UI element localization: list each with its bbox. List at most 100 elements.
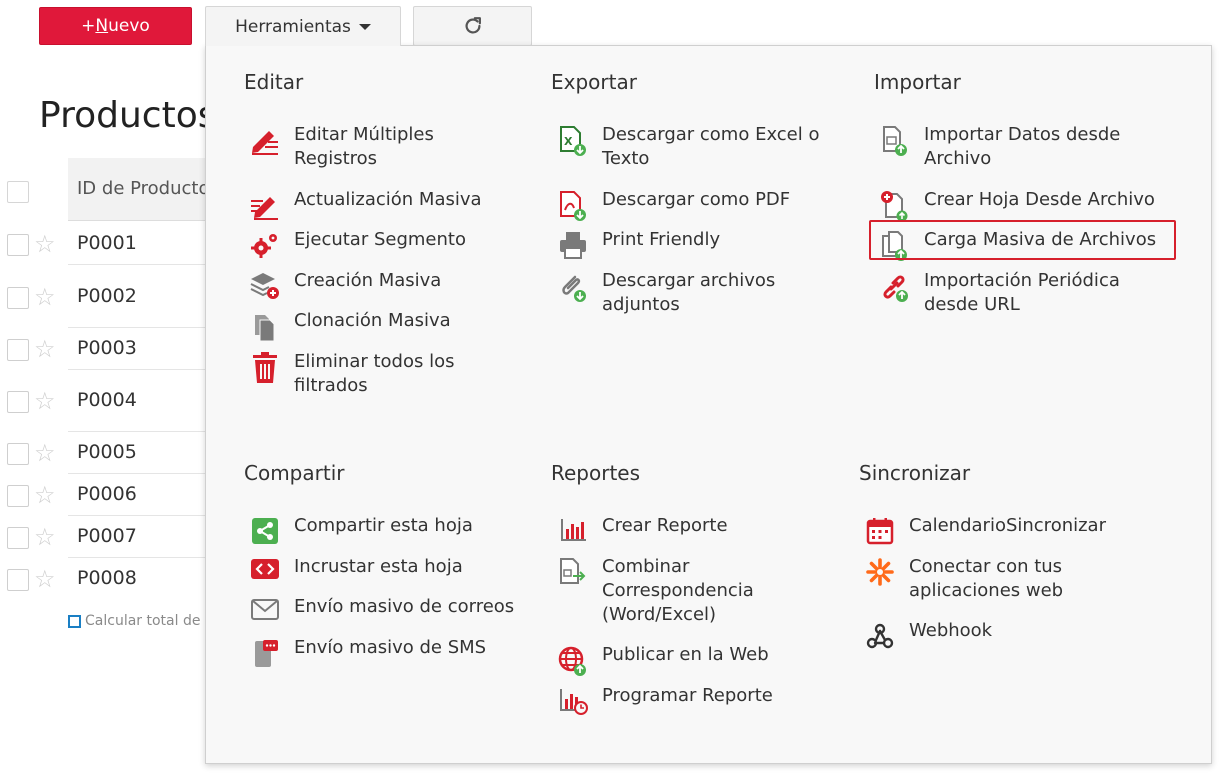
menu-item-label: Incrustar esta hoja — [294, 556, 463, 577]
menu-item-label: Importar Datos desde Archivo — [924, 124, 1121, 169]
section-title-compartir: Compartir — [244, 461, 345, 485]
section-title-importar: Importar — [874, 70, 961, 94]
menu-item-incrustar-hoja[interactable]: Incrustar esta hoja — [248, 555, 528, 589]
calculate-total-link[interactable]: Calcular total de — [68, 613, 200, 629]
menu-item-label: CalendarioSincronizar — [909, 515, 1106, 536]
svg-text:X: X — [564, 135, 573, 148]
menu-item-label: Webhook — [909, 620, 993, 641]
menu-item-creacion-masiva[interactable]: Creación Masiva — [248, 269, 528, 303]
new-button[interactable]: + Nuevo — [39, 7, 192, 45]
row-checkbox[interactable] — [7, 569, 29, 591]
row-checkbox[interactable] — [7, 443, 29, 465]
star-icon[interactable]: ☆ — [34, 441, 56, 465]
row-id[interactable]: P0007 — [77, 525, 137, 547]
menu-item-actualizacion-masiva[interactable]: Actualización Masiva — [248, 188, 528, 222]
menu-item-descargar-pdf[interactable]: Descargar como PDF — [556, 188, 836, 222]
row-checkbox[interactable] — [7, 485, 29, 507]
menu-item-label: Publicar en la Web — [602, 644, 769, 665]
star-icon[interactable]: ☆ — [34, 285, 56, 309]
row-id[interactable]: P0002 — [77, 285, 137, 307]
layers-add-icon — [248, 269, 282, 303]
menu-item-label: Actualización Masiva — [294, 189, 482, 210]
menu-item-descargar-adjuntos[interactable]: Descargar archivos adjuntos — [556, 269, 796, 317]
menu-item-crear-hoja[interactable]: Crear Hoja Desde Archivo — [878, 188, 1178, 222]
section-title-exportar: Exportar — [551, 70, 637, 94]
menu-item-descargar-excel[interactable]: X Descargar como Excel o Texto — [556, 123, 826, 171]
menu-item-webhook[interactable]: Webhook — [863, 619, 1093, 653]
menu-item-label: Conectar con tus aplicaciones web — [909, 556, 1064, 601]
menu-item-importacion-periodica[interactable]: Importación Periódica desde URL — [878, 269, 1148, 317]
refresh-button[interactable] — [413, 6, 532, 46]
menu-item-programar-reporte[interactable]: Programar Reporte — [556, 684, 836, 718]
menu-item-label: Eliminar todos los filtrados — [294, 351, 455, 396]
menu-item-conectar-aplicaciones[interactable]: Conectar con tus aplicaciones web — [863, 555, 1093, 603]
star-icon[interactable]: ☆ — [34, 483, 56, 507]
menu-item-carga-masiva-archivos[interactable]: Carga Masiva de Archivos — [878, 228, 1178, 262]
star-icon[interactable]: ☆ — [34, 567, 56, 591]
bulk-edit-icon — [248, 188, 282, 222]
menu-item-label: Descargar como Excel o Texto — [602, 124, 820, 169]
bulk-upload-files-icon — [878, 228, 912, 262]
menu-item-eliminar-filtrados[interactable]: Eliminar todos los filtrados — [248, 350, 488, 398]
star-icon[interactable]: ☆ — [34, 389, 56, 413]
zapier-asterisk-icon — [863, 555, 897, 589]
create-sheet-icon — [878, 188, 912, 222]
caret-down-icon — [358, 23, 371, 30]
envelope-icon — [248, 595, 282, 629]
trash-icon — [248, 350, 282, 384]
menu-item-label: Descargar archivos adjuntos — [602, 270, 776, 315]
menu-item-crear-reporte[interactable]: Crear Reporte — [556, 514, 826, 548]
row-id[interactable]: P0006 — [77, 483, 137, 505]
menu-item-publicar-web[interactable]: Publicar en la Web — [556, 643, 836, 677]
menu-item-label: Creación Masiva — [294, 270, 442, 291]
menu-item-label: Ejecutar Segmento — [294, 229, 466, 250]
edit-pencil-icon — [248, 123, 282, 157]
menu-item-envio-correos[interactable]: Envío masivo de correos — [248, 595, 538, 629]
menu-item-label: Combinar Correspondencia (Word/Excel) — [602, 556, 754, 625]
tools-dropdown-menu: Editar Editar Múltiples Registros Actual… — [205, 45, 1212, 764]
menu-item-envio-sms[interactable]: Envío masivo de SMS — [248, 636, 528, 670]
row-id[interactable]: P0004 — [77, 389, 137, 411]
mail-merge-icon — [556, 555, 590, 589]
menu-item-label: Programar Reporte — [602, 685, 773, 706]
printer-icon — [556, 228, 590, 262]
sms-phone-icon — [248, 636, 282, 670]
menu-item-label: Crear Hoja Desde Archivo — [924, 189, 1155, 210]
row-id[interactable]: P0003 — [77, 337, 137, 359]
paperclip-download-icon — [556, 269, 590, 303]
menu-item-compartir-hoja[interactable]: Compartir esta hoja — [248, 514, 528, 548]
section-title-reportes: Reportes — [551, 461, 641, 485]
row-divider — [68, 473, 228, 474]
schedule-report-icon — [556, 684, 590, 718]
menu-item-label: Envío masivo de correos — [294, 596, 515, 617]
menu-item-print-friendly[interactable]: Print Friendly — [556, 228, 836, 262]
section-title-sincronizar: Sincronizar — [859, 461, 971, 485]
row-divider — [68, 264, 228, 265]
column-header-id[interactable]: ID de Producto — [77, 178, 209, 199]
row-id[interactable]: P0001 — [77, 232, 137, 254]
menu-item-calendario-sincronizar[interactable]: CalendarioSincronizar — [863, 514, 1163, 548]
row-divider — [68, 327, 228, 328]
menu-item-ejecutar-segmento[interactable]: Ejecutar Segmento — [248, 228, 528, 262]
tools-dropdown-button[interactable]: Herramientas — [205, 6, 401, 46]
select-all-checkbox[interactable] — [7, 181, 29, 203]
menu-item-combinar-correspondencia[interactable]: Combinar Correspondencia (Word/Excel) — [556, 555, 776, 627]
star-icon[interactable]: ☆ — [34, 337, 56, 361]
menu-item-label: Carga Masiva de Archivos — [924, 229, 1157, 250]
row-divider — [68, 369, 228, 370]
row-checkbox[interactable] — [7, 391, 29, 413]
star-icon[interactable]: ☆ — [34, 525, 56, 549]
new-rest: uevo — [108, 16, 150, 36]
menu-item-editar-multiples[interactable]: Editar Múltiples Registros — [248, 123, 488, 171]
row-checkbox[interactable] — [7, 234, 29, 256]
star-icon[interactable]: ☆ — [34, 232, 56, 256]
row-checkbox[interactable] — [7, 527, 29, 549]
menu-item-importar-datos[interactable]: Importar Datos desde Archivo — [878, 123, 1148, 171]
menu-item-clonacion-masiva[interactable]: Clonación Masiva — [248, 309, 528, 343]
row-checkbox[interactable] — [7, 287, 29, 309]
menu-item-label: Editar Múltiples Registros — [294, 124, 434, 169]
row-id[interactable]: P0008 — [77, 567, 137, 589]
menu-item-label: Compartir esta hoja — [294, 515, 473, 536]
row-id[interactable]: P0005 — [77, 441, 137, 463]
row-checkbox[interactable] — [7, 339, 29, 361]
